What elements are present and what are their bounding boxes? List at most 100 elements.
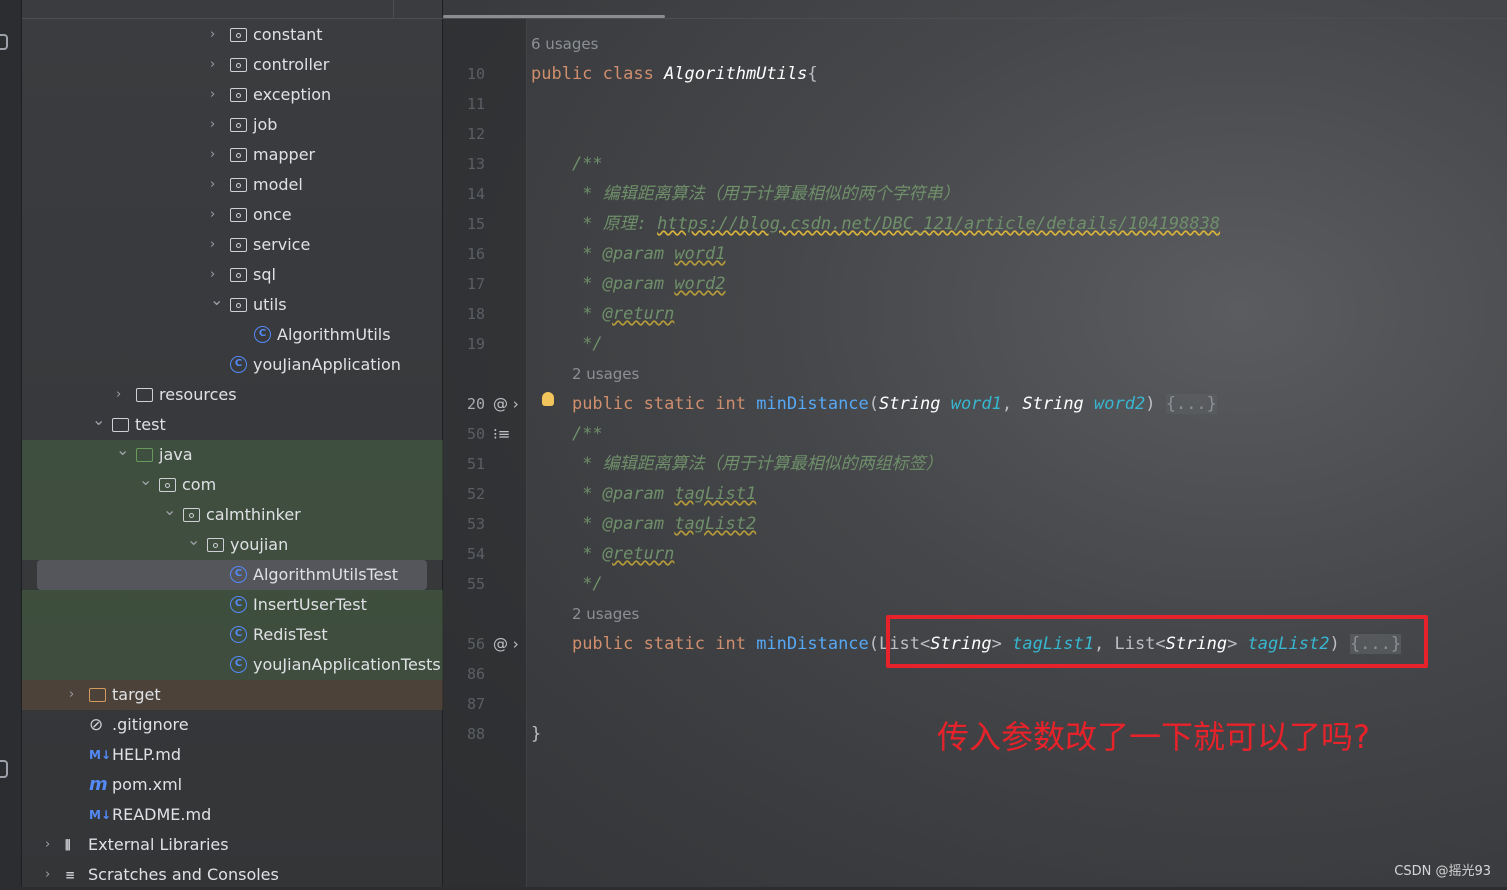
tree-item-mapper[interactable]: › mapper [22,140,443,170]
chevron-down-icon[interactable]: ⌄ [187,525,200,555]
tree-item-label: External Libraries [88,835,229,854]
code-token: * 编辑距离算法（用于计算最相似的两组标签） [571,454,943,474]
chevron-right-icon[interactable]: › [210,230,215,260]
code-token: word1 [950,394,1002,414]
tab-active-indicator[interactable] [443,15,665,18]
tree-item-label: AlgorithmUtilsTest [253,565,399,584]
line-number: 11 [466,95,485,113]
code-line: * 编辑距离算法（用于计算最相似的两组标签） [531,449,943,479]
code-editor[interactable]: 10 11 12 13 14 15 16 17 18 19 20 @ › 50 ⁝≡ 51 52 53 54 55 5… [443,0,1507,887]
tree-item-readme-md[interactable]: M↓ README.md [22,800,443,830]
tree-item-insertusertest[interactable]: C InsertUserTest [22,590,443,620]
package-icon [230,88,247,102]
tree-item-test[interactable]: ⌄ test [22,410,443,440]
chevron-right-icon[interactable]: › [210,170,215,200]
tree-item-algorithmutils[interactable]: C AlgorithmUtils [22,320,443,350]
tree-item-scratches-and-consoles[interactable]: › ≡ Scratches and Consoles [22,860,443,890]
chevron-down-icon[interactable]: ⌄ [163,495,176,525]
usages-hint[interactable]: 2 usages [572,605,639,623]
chevron-down-icon[interactable]: ⌄ [210,285,223,315]
terminal-tool-icon[interactable] [0,760,8,778]
tree-item-youjianapplicationtests[interactable]: CyouJianApplicationTests [22,650,443,680]
chevron-down-icon[interactable]: ⌄ [139,465,152,495]
tree-item-help-md[interactable]: M↓ HELP.md [22,740,443,770]
folded-code-button[interactable]: {...} [1165,394,1217,414]
chevron-right-icon[interactable]: › [210,50,215,80]
code-token: * @param [571,484,675,504]
tree-item-external-libraries[interactable]: › ⫼ External Libraries [22,830,443,860]
line-number: 20 [466,395,485,413]
code-line: * @param tagList2 [531,509,756,539]
tree-item-service[interactable]: › service [22,230,443,260]
code-token: } [531,724,542,744]
tree-item-label: model [253,175,303,194]
tree-item-label: once [253,205,292,224]
chevron-down-icon[interactable]: ⌄ [116,435,129,465]
chevron-right-icon[interactable]: › [210,80,215,110]
tree-item-job[interactable]: › job [22,110,443,140]
tree-item-calmthinker[interactable]: ⌄ calmthinker [22,500,443,530]
project-tool-icon[interactable] [0,34,8,50]
override-implementation-icon[interactable]: @ › [493,389,519,419]
tree-item-java[interactable]: ⌄ java [22,440,443,470]
code-line: /** [531,419,603,449]
tree-item-youjian[interactable]: ⌄ youjian [22,530,443,560]
lightbulb-icon[interactable] [542,392,554,406]
documentation-toggle-icon[interactable]: ⁝≡ [493,419,510,449]
code-token[interactable]: https://blog.csdn.net/DBC_121/article/de… [657,214,1220,234]
tree-item-target[interactable]: › target [22,680,443,710]
line-number: 51 [466,455,485,473]
line-number: 19 [466,335,485,353]
tree-item-label: .gitignore [112,715,189,734]
tree-item-resources[interactable]: › resources [22,380,443,410]
chevron-right-icon[interactable]: › [45,860,50,890]
chevron-right-icon[interactable]: › [116,380,121,410]
code-token: String [1022,394,1084,414]
tree-item-pom-xml[interactable]: m pom.xml [22,770,443,800]
chevron-down-icon[interactable]: ⌄ [92,405,105,435]
tree-item-sql[interactable]: › sql [22,260,443,290]
line-number: 86 [466,665,485,683]
class-icon: C [230,656,247,673]
tree-item-label: Scratches and Consoles [88,865,279,884]
tree-item-label: java [159,445,193,464]
chevron-right-icon[interactable]: › [210,110,215,140]
tree-item-model[interactable]: › model [22,170,443,200]
chevron-right-icon[interactable]: › [210,20,215,50]
line-number: 55 [466,575,485,593]
chevron-right-icon[interactable]: › [210,140,215,170]
folder-icon [112,418,129,432]
folder-icon [89,688,106,702]
class-icon: C [230,566,247,583]
chevron-right-icon[interactable]: › [210,200,215,230]
override-implementation-icon[interactable]: @ › [493,629,519,659]
tree-item-redistest[interactable]: C RedisTest [22,620,443,650]
code-token: tagList2 [674,514,757,534]
chevron-right-icon[interactable]: › [69,680,74,710]
code-line: * @return [531,539,674,569]
tree-item-constant[interactable]: › constant [22,20,443,50]
tree-item-exception[interactable]: › exception [22,80,443,110]
chevron-right-icon[interactable]: › [45,830,50,860]
code-token: /** [571,424,603,444]
tree-item-controller[interactable]: › controller [22,50,443,80]
tree-item-utils[interactable]: ⌄ utils [22,290,443,320]
usages-hint[interactable]: 2 usages [572,365,639,383]
tree-item-youjianapplication[interactable]: CyouJianApplication [22,350,443,380]
package-icon [230,58,247,72]
project-panel: › constant › controller › exception › job › mappe… [22,0,457,890]
tree-item-com[interactable]: ⌄ com [22,470,443,500]
usages-hint[interactable]: 6 usages [531,35,598,53]
package-icon [230,178,247,192]
tree-item--gitignore[interactable]: ⊘ .gitignore [22,710,443,740]
code-token: { [807,64,818,84]
tree-item-once[interactable]: › once [22,200,443,230]
code-token: minDistance [756,394,869,414]
tree-item-algorithmutilstest[interactable]: C AlgorithmUtilsTest [37,560,427,590]
annotation-text: 传入参数改了一下就可以了吗? [937,718,1370,756]
